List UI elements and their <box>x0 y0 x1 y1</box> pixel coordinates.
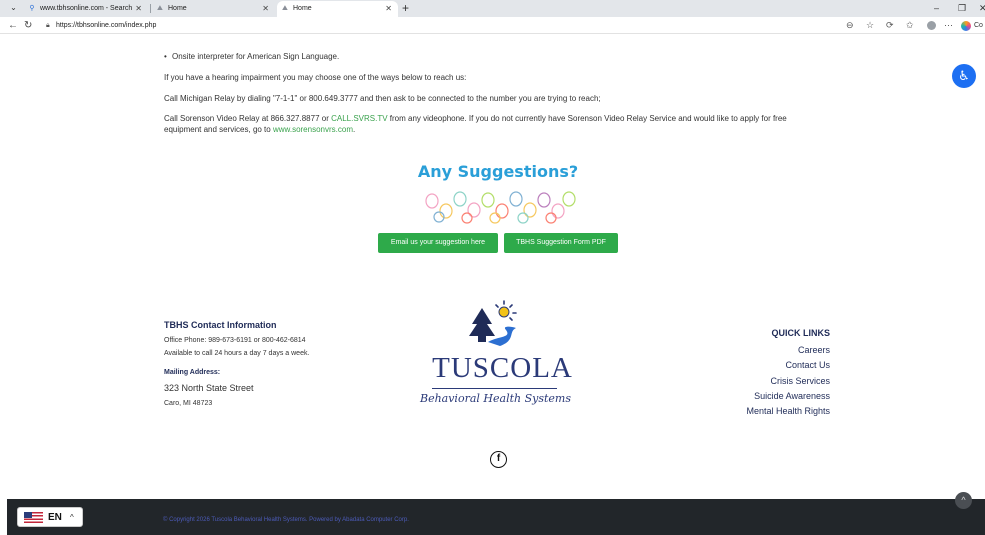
url-field[interactable]: 🔒︎ https://tbhsonline.com/index.php <box>44 19 839 32</box>
restore-icon[interactable]: ❐ <box>958 0 966 17</box>
new-tab-icon[interactable]: + <box>402 0 409 16</box>
sorensonvrs-link[interactable]: www.sorensonvrs.com <box>273 125 353 134</box>
language-selector[interactable]: EN ^ <box>17 507 83 527</box>
profile-avatar-icon[interactable] <box>927 21 936 30</box>
copilot-label: Co <box>974 22 983 29</box>
lightbulbs-illustration-icon <box>425 191 576 224</box>
close-tab-icon[interactable]: ✕ <box>135 1 142 17</box>
copyright-text: © Copyright 2026 Tuscola Behavioral Heal… <box>163 517 409 523</box>
svrs-link[interactable]: CALL.SVRS.TV <box>331 114 387 123</box>
tab-search[interactable]: ⚲ www.tbhsonline.com - Search ✕ <box>24 1 148 17</box>
tab-label: www.tbhsonline.com - Search <box>40 5 133 12</box>
site-icon: ⛰ <box>282 5 288 12</box>
tab-home-active[interactable]: ⛰ Home ✕ <box>277 1 398 17</box>
lock-icon: 🔒︎ <box>46 22 50 29</box>
quick-links-title: QUICK LINKS <box>771 328 831 338</box>
facebook-icon[interactable]: f <box>490 451 507 468</box>
contact-heading: TBHS Contact Information <box>164 320 277 330</box>
scroll-to-top-icon[interactable]: ^ <box>955 492 972 509</box>
address-bar: ← ↻ 🔒︎ https://tbhsonline.com/index.php … <box>0 17 985 34</box>
tuscola-logo-icon <box>469 300 517 346</box>
close-tab-icon[interactable]: ✕ <box>262 1 269 17</box>
copilot-icon[interactable] <box>961 21 971 31</box>
favorite-star-icon[interactable]: ☆ <box>866 17 874 34</box>
office-phone: Office Phone: 989-673-6191 or 800-462-68… <box>164 337 306 344</box>
email-suggestion-button[interactable]: Email us your suggestion here <box>378 233 498 253</box>
tab-label: Home <box>293 5 312 12</box>
sorenson-text-line2: equipment and services, go to <box>164 125 273 134</box>
tab-divider <box>150 4 151 13</box>
availability-text: Available to call 24 hours a day 7 days … <box>164 350 310 357</box>
close-window-icon[interactable]: ✕ <box>979 0 985 17</box>
accessibility-icon[interactable]: ♿︎ <box>952 64 976 88</box>
extensions-icon[interactable]: ⟳ <box>886 17 894 34</box>
language-code: EN <box>48 512 62 523</box>
minimize-icon[interactable]: – <box>934 0 939 17</box>
quick-link-mental-health-rights[interactable]: Mental Health Rights <box>700 404 830 419</box>
footer-bar: © Copyright 2026 Tuscola Behavioral Heal… <box>7 499 985 535</box>
suggestion-form-pdf-button[interactable]: TBHS Suggestion Form PDF <box>504 233 618 253</box>
chevron-up-icon: ^ <box>70 513 74 522</box>
sorenson-text-cont: from any videophone. If you do not curre… <box>387 114 787 123</box>
quick-link-suicide-awareness[interactable]: Suicide Awareness <box>700 389 830 404</box>
hearing-impairment-text: If you have a hearing impairment you may… <box>164 73 467 82</box>
favorites-list-icon[interactable]: ✩ <box>906 17 914 34</box>
search-icon: ⚲ <box>29 5 35 12</box>
browser-tab-bar: ⌄ ⚲ www.tbhsonline.com - Search ✕ ⛰ Home… <box>0 0 985 17</box>
quick-link-careers[interactable]: Careers <box>700 343 830 358</box>
tab-label: Home <box>168 5 187 12</box>
close-tab-icon[interactable]: ✕ <box>385 1 392 17</box>
url-text: https://tbhsonline.com/index.php <box>56 22 157 29</box>
sorenson-relay-text-2: equipment and services, go to www.sorens… <box>164 124 355 135</box>
logo-name: TUSCOLA <box>432 352 573 384</box>
sorenson-relay-text: Call Sorenson Video Relay at 866.327.887… <box>164 113 787 124</box>
suggestions-title: Any Suggestions? <box>417 162 579 181</box>
logo-divider <box>432 388 557 389</box>
site-icon: ⛰ <box>157 5 163 12</box>
tab-actions-menu-icon[interactable]: ⌄ <box>7 2 20 14</box>
quick-link-crisis-services[interactable]: Crisis Services <box>700 374 830 389</box>
refresh-icon[interactable]: ↻ <box>24 17 32 34</box>
tab-home-1[interactable]: ⛰ Home ✕ <box>152 1 275 17</box>
interpreter-bullet: Onsite interpreter for American Sign Lan… <box>164 51 339 62</box>
page-content: Onsite interpreter for American Sign Lan… <box>0 34 985 499</box>
period-text: . <box>352 125 356 134</box>
zoom-icon[interactable]: ⊖ <box>846 17 854 34</box>
back-icon[interactable]: ← <box>8 17 18 34</box>
us-flag-icon <box>24 512 43 523</box>
quick-link-contact-us[interactable]: Contact Us <box>700 358 830 373</box>
city-address: Caro, MI 48723 <box>164 400 213 407</box>
michigan-relay-text: Call Michigan Relay by dialing "7-1-1" o… <box>164 94 601 103</box>
logo-subtitle: Behavioral Health Systems <box>419 392 571 405</box>
more-options-icon[interactable]: ⋯ <box>944 17 953 34</box>
mailing-heading: Mailing Address: <box>164 369 221 376</box>
sorenson-text: Call Sorenson Video Relay at 866.327.887… <box>164 114 332 123</box>
street-address: 323 North State Street <box>164 383 254 393</box>
